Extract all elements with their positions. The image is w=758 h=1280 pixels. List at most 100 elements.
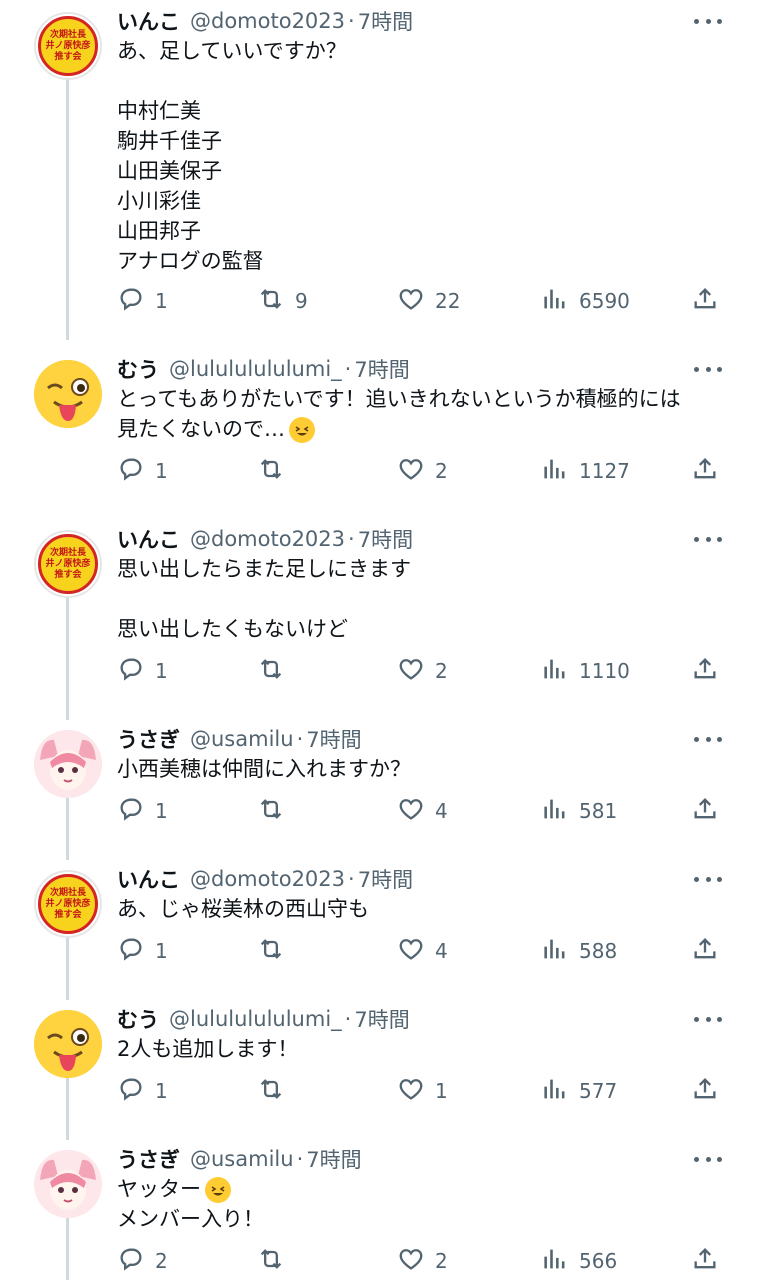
- avatar[interactable]: [34, 730, 102, 798]
- like-button[interactable]: 2: [397, 454, 448, 488]
- retweet-button[interactable]: [257, 934, 295, 968]
- tweet-text-line: あ、じゃ桜美林の西山守も: [117, 897, 369, 921]
- views-button[interactable]: 581: [541, 794, 617, 828]
- avatar[interactable]: [34, 1010, 102, 1078]
- user-handle[interactable]: @domoto2023: [190, 527, 345, 551]
- share-button[interactable]: [691, 284, 729, 318]
- tweet-text: 小西美穂は仲間に入れますか？: [117, 754, 717, 784]
- tweet-actions: 1 1 577: [117, 1074, 727, 1108]
- like-count: 2: [435, 1249, 448, 1273]
- timestamp[interactable]: 7時間: [306, 1144, 361, 1174]
- display-name[interactable]: むう: [117, 354, 159, 384]
- reply-button[interactable]: 1: [117, 1074, 168, 1108]
- user-handle[interactable]: @domoto2023: [190, 867, 345, 891]
- tweet-text-line: ヤッター: [117, 1174, 717, 1204]
- like-button[interactable]: 1: [397, 1074, 448, 1108]
- more-options-icon[interactable]: [694, 357, 722, 381]
- retweet-icon: [257, 285, 295, 318]
- like-count: 22: [435, 289, 461, 313]
- user-handle[interactable]: @lulululululumi_: [169, 357, 342, 381]
- avatar[interactable]: [34, 360, 102, 428]
- tweet-text: あ、じゃ桜美林の西山守も: [117, 894, 717, 924]
- separator-dot: ·: [296, 727, 304, 751]
- timestamp[interactable]: 7時間: [358, 6, 413, 36]
- views-button[interactable]: 6590: [541, 284, 630, 318]
- retweet-button[interactable]: [257, 654, 295, 688]
- avatar[interactable]: [34, 1150, 102, 1218]
- tweet-actions: 2 2 566: [117, 1244, 727, 1278]
- user-handle[interactable]: @usamilu: [190, 1147, 294, 1171]
- timestamp[interactable]: 7時間: [306, 724, 361, 754]
- tweet-text: あ、足していいですか？ 中村仁美 駒井千佳子 山田美保子 小川彩佳 山田邦子 アナログの監督: [117, 36, 717, 276]
- display-name[interactable]: いんこ: [117, 6, 180, 36]
- timestamp[interactable]: 7時間: [358, 864, 413, 894]
- display-name[interactable]: むう: [117, 1004, 159, 1034]
- retweet-button[interactable]: [257, 794, 295, 828]
- timestamp[interactable]: 7時間: [358, 524, 413, 554]
- separator-dot: ·: [348, 527, 355, 551]
- share-button[interactable]: [691, 934, 729, 968]
- tweet-header: いんこ @domoto2023 · 7時間: [117, 864, 413, 894]
- separator-dot: ·: [296, 1147, 304, 1171]
- like-button[interactable]: 2: [397, 1244, 448, 1278]
- share-icon: [691, 935, 729, 968]
- avatar[interactable]: 次期社長 井ノ原快彦 推す会: [34, 12, 102, 80]
- reply-button[interactable]: 2: [117, 1244, 168, 1278]
- retweet-button[interactable]: [257, 1244, 295, 1278]
- view-count: 588: [579, 939, 618, 963]
- timestamp[interactable]: 7時間: [354, 1004, 409, 1034]
- view-count: 566: [579, 1249, 618, 1273]
- user-handle[interactable]: @lulululululumi_: [169, 1007, 342, 1031]
- reply-button[interactable]: 1: [117, 454, 168, 488]
- tweet-actions: 1 2 1110: [117, 654, 727, 688]
- grinning-squint-emoji: [205, 1177, 231, 1203]
- share-button[interactable]: [691, 794, 729, 828]
- bar-chart-icon: [541, 655, 579, 688]
- share-icon: [691, 795, 729, 828]
- more-options-icon[interactable]: [694, 1147, 722, 1171]
- share-button[interactable]: [691, 454, 729, 488]
- bar-chart-icon: [541, 1245, 579, 1278]
- retweet-button[interactable]: [257, 454, 295, 488]
- tweet-text: ヤッター メンバー入り！: [117, 1174, 717, 1234]
- retweet-icon: [257, 1075, 295, 1108]
- reply-button[interactable]: 1: [117, 794, 168, 828]
- display-name[interactable]: うさぎ: [117, 724, 180, 754]
- more-options-icon[interactable]: [694, 9, 722, 33]
- more-options-icon[interactable]: [694, 527, 722, 551]
- views-button[interactable]: 1110: [541, 654, 630, 688]
- user-handle[interactable]: @domoto2023: [190, 9, 345, 33]
- views-button[interactable]: 577: [541, 1074, 617, 1108]
- display-name[interactable]: いんこ: [117, 864, 180, 894]
- more-options-icon[interactable]: [694, 727, 722, 751]
- reply-count: 1: [155, 799, 168, 823]
- views-button[interactable]: 588: [541, 934, 617, 968]
- tweet-text-line: 思い出したくもないけど: [117, 617, 348, 641]
- views-button[interactable]: 1127: [541, 454, 630, 488]
- share-button[interactable]: [691, 1074, 729, 1108]
- display-name[interactable]: いんこ: [117, 524, 180, 554]
- tweet-text-line: とってもありがたいです！追いきれないというか積極的には: [117, 387, 681, 411]
- like-button[interactable]: 4: [397, 794, 448, 828]
- like-button[interactable]: 2: [397, 654, 448, 688]
- more-options-icon[interactable]: [694, 1007, 722, 1031]
- separator-dot: ·: [344, 1007, 352, 1031]
- reply-button[interactable]: 1: [117, 654, 168, 688]
- views-button[interactable]: 566: [541, 1244, 617, 1278]
- user-handle[interactable]: @usamilu: [190, 727, 294, 751]
- display-name[interactable]: うさぎ: [117, 1144, 180, 1174]
- share-button[interactable]: [691, 1244, 729, 1278]
- tweet-text-line: 駒井千佳子: [117, 129, 222, 153]
- retweet-button[interactable]: [257, 1074, 295, 1108]
- more-options-icon[interactable]: [694, 867, 722, 891]
- bunny-girl-avatar-icon: [34, 730, 102, 798]
- like-button[interactable]: 4: [397, 934, 448, 968]
- share-button[interactable]: [691, 654, 729, 688]
- reply-button[interactable]: 1: [117, 934, 168, 968]
- timestamp[interactable]: 7時間: [354, 354, 409, 384]
- reply-button[interactable]: 1: [117, 284, 168, 318]
- like-button[interactable]: 22: [397, 284, 460, 318]
- avatar[interactable]: 次期社長 井ノ原快彦 推す会: [34, 870, 102, 938]
- avatar[interactable]: 次期社長 井ノ原快彦 推す会: [34, 530, 102, 598]
- retweet-button[interactable]: 9: [257, 284, 308, 318]
